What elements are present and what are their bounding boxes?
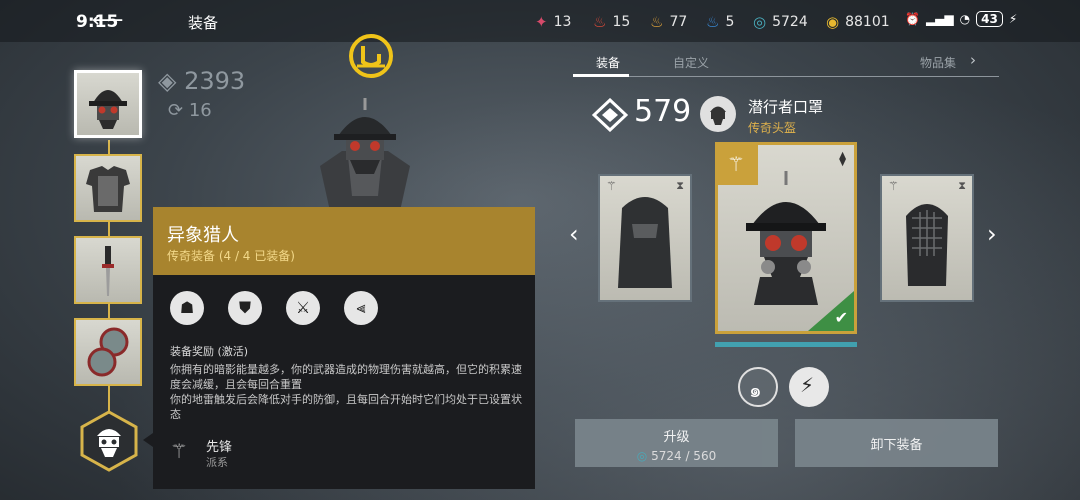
set-armor-icon: ⛊ [228, 291, 262, 325]
tab-divider [573, 76, 999, 77]
resource-energy[interactable]: ◎ 5724 [753, 13, 808, 31]
resource-value: 88101 [845, 14, 890, 30]
check-icon: ✔ [834, 308, 848, 327]
gold-flame-icon: ♨ [650, 13, 664, 31]
slot-helmet[interactable] [74, 70, 142, 138]
prev-item-arrow-icon[interactable]: ‹ [569, 220, 579, 248]
coin-icon: ◉ [826, 13, 840, 31]
mesh-mask-icon [906, 204, 948, 286]
crystal-icon: ✦ [535, 13, 548, 31]
page-title: 装备 [188, 14, 219, 32]
item-power: 579 [634, 94, 692, 129]
upgrade-cost: ◎ 5724 / 560 [637, 449, 716, 463]
tab-equip[interactable]: 装备 [596, 54, 620, 71]
hood-mask-icon [618, 197, 672, 288]
level-value: 16 [188, 100, 212, 121]
resource-red-flame[interactable]: ♨ 15 [593, 13, 630, 31]
shadow-ability-button[interactable]: ๑ [738, 367, 778, 407]
charging-icon: ⚡ [1008, 12, 1018, 26]
power-diamond-icon [592, 98, 628, 132]
set-info-panel: 异象猎人 传奇装备 (4 / 4 已装备) ☗ ⛊ ⚔ ⫷ 装备奖励 (激活) … [153, 207, 535, 489]
resource-coin[interactable]: ◉ 88101 [826, 13, 890, 31]
character-model [320, 98, 410, 211]
resource-value: 13 [553, 14, 572, 30]
dragonfly-icon: ⚚ [606, 179, 617, 193]
set-helmet-icon: ☗ [170, 291, 204, 325]
knife-thumbnail-icon [102, 246, 114, 296]
hourglass-icon: ⧗ [676, 179, 684, 192]
set-title: 异象猎人 [167, 225, 239, 246]
chevron-right-icon[interactable]: › [970, 51, 976, 69]
hourglass-icon: ⧗ [958, 179, 966, 192]
unequip-button[interactable]: 卸下装备 [795, 419, 998, 467]
resource-gold-flame[interactable]: ♨ 77 [650, 13, 687, 31]
bonus-line-2: 你的地雷触发后会降低对手的防御，且每回合开始时它们均处于已设置状态 [170, 393, 522, 421]
panel-pointer [143, 433, 153, 447]
slot-armor[interactable] [74, 154, 142, 222]
next-item-arrow-icon[interactable]: › [987, 220, 997, 248]
dragonfly-icon: ⚚ [727, 152, 745, 176]
battery-indicator: 43 [976, 11, 1003, 27]
level-stat: ⟳ 16 [168, 100, 212, 121]
resource-value: 5724 [772, 14, 808, 30]
set-hexagon-button[interactable] [80, 410, 138, 472]
power-diamond-icon: ◈ [158, 67, 185, 95]
energy-swirl-icon: ◎ [753, 13, 767, 31]
back-arrow-icon[interactable]: ⟵ [92, 8, 124, 33]
item-name: 潜行者口罩 [748, 98, 824, 116]
faction-dragonfly-icon: ⚚ [170, 439, 188, 463]
slot-weapon[interactable] [74, 236, 142, 304]
set-crossed-swords-icon: ⚔ [286, 291, 320, 325]
power-value: 2393 [184, 67, 246, 95]
item-type: 传奇头盔 [748, 121, 797, 135]
bonus-line-1: 你拥有的暗影能量越多，你的武器造成的物理伤害就越高，但它的积累速度会减缓，且会每… [170, 363, 522, 391]
helmet-thumbnail-icon [89, 90, 127, 129]
resource-value: 77 [669, 14, 688, 30]
bonus-description: 你拥有的暗影能量越多，你的武器造成的物理伤害就越高，但它的积累速度会减缓，且会每… [170, 362, 525, 422]
set-header: 异象猎人 传奇装备 (4 / 4 已装备) [153, 207, 535, 275]
power-stat: ◈ 2393 [158, 67, 245, 95]
tab-active-indicator [573, 74, 629, 77]
energy-swirl-icon: ◎ [636, 449, 648, 463]
blue-flame-icon: ♨ [706, 13, 720, 31]
set-daggers-icon: ⫷ [344, 291, 378, 325]
bonus-label: 装备奖励 (激活) [170, 345, 249, 358]
resource-crystal[interactable]: ✦ 13 [535, 13, 571, 31]
item-card-selected[interactable]: ⚚ ⧫ ✔ [715, 142, 857, 334]
swirl-icon: ๑ [749, 378, 762, 402]
resource-value: 15 [612, 14, 631, 30]
unequip-label: 卸下装备 [870, 438, 923, 453]
armor-thumbnail-icon [86, 166, 130, 212]
resource-blue-flame[interactable]: ♨ 5 [706, 13, 734, 31]
resource-value: 5 [725, 14, 735, 30]
power-ability-button[interactable]: ⚡ [789, 367, 829, 407]
system-status: ⏰ ▂▄▆ ◔ 43 ⚡ [905, 11, 1017, 27]
slot-gadget[interactable] [74, 318, 142, 386]
upgrade-label: 升级 [663, 430, 690, 445]
dragonfly-icon: ⚚ [888, 179, 899, 193]
alarm-icon: ⏰ [905, 12, 920, 26]
legendary-rank-icon: ⧫ [839, 151, 846, 167]
red-flame-icon: ♨ [593, 13, 607, 31]
mines-thumbnail-icon [87, 327, 129, 377]
item-card-next[interactable]: ⚚ ⧗ [880, 174, 974, 302]
set-subtitle: 传奇装备 (4 / 4 已装备) [167, 249, 295, 263]
set-badge-icon[interactable] [700, 96, 736, 132]
selection-bar [715, 342, 857, 347]
item-card-previous[interactable]: ⚚ ⧗ [598, 174, 692, 302]
signal-icon: ▂▄▆ [925, 12, 954, 26]
clan-emblem-icon [349, 34, 393, 78]
lightning-icon: ⚡ [800, 373, 815, 397]
level-icon: ⟳ [168, 100, 189, 121]
faction-label: 派系 [206, 456, 228, 469]
wifi-icon: ◔ [959, 12, 971, 26]
top-bar: 9:15 ⟵ 装备 ✦ 13 ♨ 15 ♨ 77 ♨ 5 ◎ 5724 ◉ 88… [0, 0, 1080, 42]
tab-collection[interactable]: 物品集 [920, 54, 956, 71]
upgrade-button[interactable]: 升级 ◎ 5724 / 560 [575, 419, 778, 467]
faction-name: 先锋 [206, 440, 233, 455]
upgrade-cost-value: 5724 / 560 [651, 449, 717, 463]
tab-custom[interactable]: 自定义 [673, 54, 709, 71]
